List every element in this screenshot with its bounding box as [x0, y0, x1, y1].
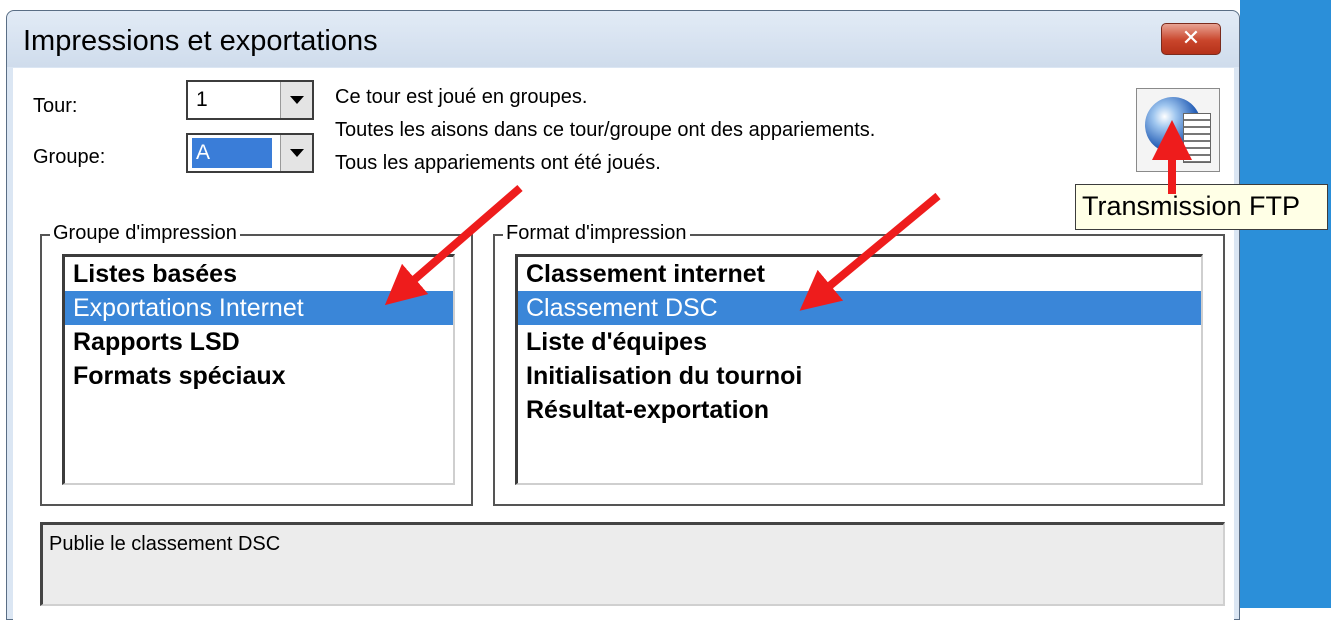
list-item[interactable]: Classement internet [518, 257, 1201, 291]
print-format-list[interactable]: Classement internet Classement DSC Liste… [515, 254, 1203, 485]
desktop-background [1240, 0, 1331, 608]
print-group-list[interactable]: Listes basées Exportations Internet Rapp… [62, 254, 455, 485]
list-item[interactable]: Classement DSC [518, 291, 1201, 325]
dialog-window: Impressions et exportations ✕ Tour: 1 Gr… [6, 10, 1240, 628]
print-format-box: Format d'impression Classement internet … [493, 222, 1225, 506]
print-format-title: Format d'impression [503, 222, 690, 245]
list-item[interactable]: Rapports LSD [65, 325, 453, 359]
tour-select[interactable]: 1 [186, 80, 314, 120]
description-box: Publie le classement DSC [40, 522, 1225, 606]
print-group-title: Groupe d'impression [50, 222, 240, 245]
tour-label: Tour: [33, 95, 78, 117]
groupe-select[interactable]: A [186, 133, 314, 173]
ftp-tooltip: Transmission FTP [1075, 184, 1328, 230]
dialog-body: Tour: 1 Groupe: A Ce tour est joué en gr… [13, 68, 1234, 628]
list-item[interactable]: Liste d'équipes [518, 325, 1201, 359]
title-bar[interactable]: Impressions et exportations ✕ [7, 11, 1239, 67]
close-button[interactable]: ✕ [1161, 23, 1221, 55]
info-line-3: Tous les appariements ont été joués. [335, 152, 661, 174]
chevron-down-icon[interactable] [280, 82, 312, 118]
window-title: Impressions et exportations [23, 25, 378, 57]
info-line-1: Ce tour est joué en groupes. [335, 86, 588, 108]
list-item[interactable]: Initialisation du tournoi [518, 359, 1201, 393]
info-line-2: Toutes les aisons dans ce tour/groupe on… [335, 119, 876, 141]
list-item[interactable]: Formats spéciaux [65, 359, 453, 393]
list-item[interactable]: Résultat-exportation [518, 393, 1201, 427]
list-item[interactable]: Listes basées [65, 257, 453, 291]
groupe-value: A [192, 138, 272, 168]
document-icon [1183, 113, 1211, 163]
groupe-label: Groupe: [33, 146, 106, 168]
chevron-down-icon[interactable] [280, 135, 312, 171]
list-item[interactable]: Exportations Internet [65, 291, 453, 325]
tour-value: 1 [196, 88, 208, 111]
print-group-box: Groupe d'impression Listes basées Export… [40, 222, 473, 506]
ftp-button[interactable] [1136, 88, 1220, 172]
close-icon: ✕ [1181, 25, 1201, 50]
